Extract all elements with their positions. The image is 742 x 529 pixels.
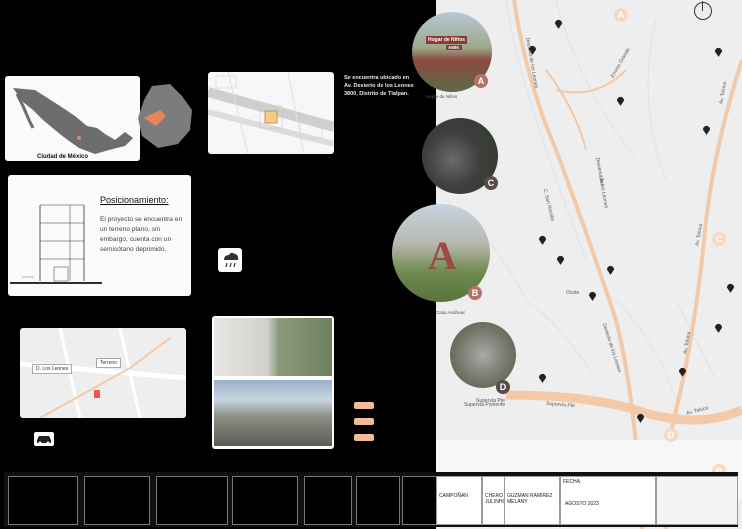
street-photos-card [212, 316, 334, 449]
car-icon [34, 432, 54, 446]
map-pin-icon [714, 323, 723, 333]
footer-cell-3 [156, 476, 228, 525]
map-pin-icon [714, 47, 723, 57]
intro-text: Se encuentra ubicado en Av. Desierto de … [344, 75, 414, 97]
footer-cell-1 [8, 476, 78, 525]
footer-cell-6 [356, 476, 400, 525]
photo-b-letter: A [428, 233, 457, 278]
badge-d: D [496, 380, 510, 394]
rain-icon [218, 248, 242, 272]
street-label: D. Los Leones [32, 364, 73, 374]
map-pin-icon [702, 125, 711, 135]
map-marker-d: D [664, 428, 678, 442]
cdmx-map [138, 84, 192, 148]
street-photo-top [214, 318, 332, 376]
badge-c: C [484, 176, 498, 190]
map-marker-a: A [614, 8, 628, 22]
street-map-card: D. Los Leones Terreno [20, 328, 186, 418]
footer-date-label: FECHA: [563, 479, 582, 485]
map-pin-icon [616, 96, 625, 106]
badge-a: A [474, 74, 488, 88]
photo-b-label: Casa Anáhuac [436, 310, 466, 315]
map-pin-icon [538, 373, 547, 383]
footer-cell-7 [402, 476, 438, 525]
map-pin-icon [554, 19, 563, 29]
map-pin-icon [606, 265, 615, 275]
footer-names-3-text: GUZMAN RAMIREZ MELANY [507, 493, 553, 505]
badge-b: B [468, 286, 482, 300]
positioning-body: El proyecto se encuentra en un terreno p… [100, 216, 183, 253]
legend-swatch-3 [354, 434, 374, 441]
legend-swatch-1 [354, 402, 374, 409]
footer-names-1: CAMPOÑAN [436, 476, 482, 525]
photo-a-sign-line2: AMIK [446, 45, 462, 50]
photo-d-label: Supervía Poniente [464, 402, 506, 408]
footer-cell-5 [304, 476, 352, 525]
site-plan-card [208, 72, 334, 154]
map-pin-icon [678, 367, 687, 377]
map-pin-icon [538, 235, 547, 245]
mexico-caption: Ciudad de México [37, 154, 89, 160]
footer-cell-2 [84, 476, 150, 525]
legend-swatch-2 [354, 418, 374, 425]
positioning-title: Posicionamiento: [100, 195, 169, 205]
photo-a-label: Hogar de Niños [426, 94, 458, 99]
footer-empty-cell [656, 476, 738, 525]
map-pin-icon [556, 255, 565, 265]
road-label-12: Ocote [566, 290, 580, 296]
footer-names-1-text: CAMPOÑAN [439, 493, 468, 499]
map-pin-icon [726, 283, 735, 293]
section-drawing [10, 204, 102, 284]
map-pin-icon [636, 413, 645, 423]
map-pin-icon [588, 291, 597, 301]
footer-cell-4 [232, 476, 298, 525]
footer-names-3: GUZMAN RAMIREZ MELANY [504, 476, 560, 525]
photo-d [450, 322, 516, 388]
map-marker-c: C [712, 232, 726, 246]
map-pin-icon [528, 45, 537, 55]
positioning-card: Posicionamiento: El proyecto se encuentr… [8, 175, 191, 296]
compass-icon [694, 1, 712, 20]
site-label: Terreno [96, 358, 121, 368]
site-plan-drawing [208, 72, 334, 154]
photo-a-sign-line1: Hogar de Niños [426, 36, 467, 44]
footer-date: FECHA: AGOSTO 2023 [560, 476, 656, 525]
mexico-location-card: Ciudad de México [5, 76, 140, 161]
footer-date-value: AGOSTO 2023 [565, 501, 599, 507]
mexico-map [13, 88, 133, 154]
street-photo-bottom [214, 380, 332, 446]
